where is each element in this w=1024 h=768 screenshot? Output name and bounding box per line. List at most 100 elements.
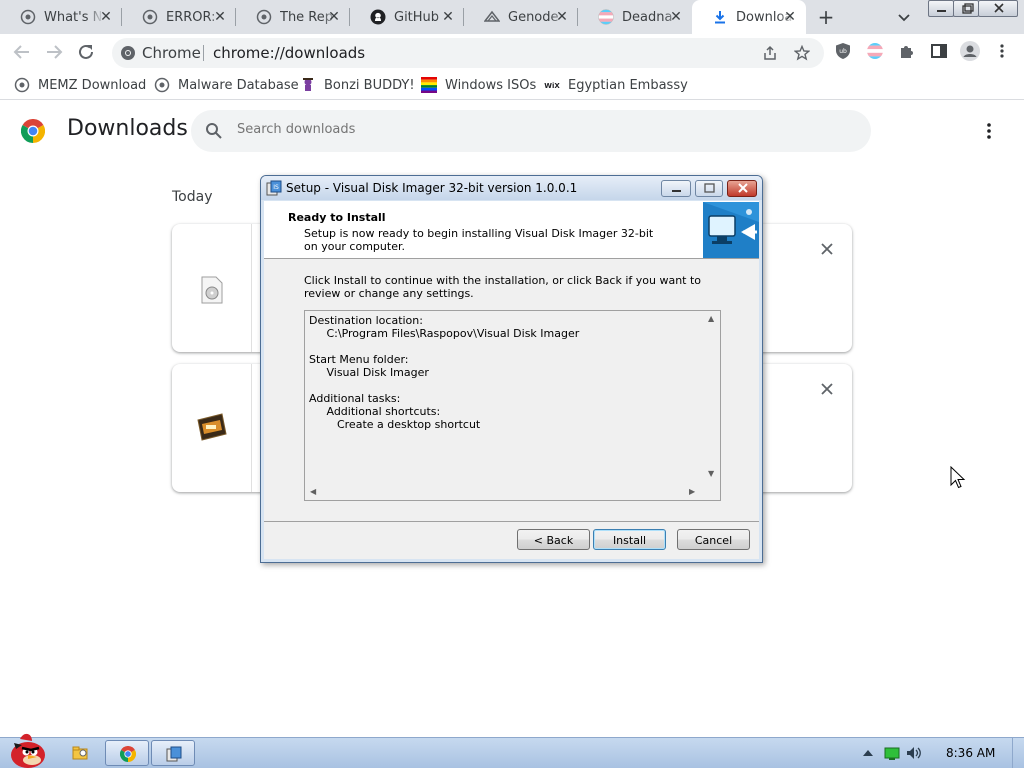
dialog-close-button[interactable]	[727, 180, 757, 197]
taskbar-explorer[interactable]	[58, 740, 102, 766]
chrome-icon	[120, 746, 136, 762]
tab-whats-new[interactable]: What's N ✕	[0, 0, 122, 34]
search-input[interactable]	[237, 122, 837, 137]
bookmark-windows-isos[interactable]: Windows ISOs	[421, 76, 536, 94]
globe-icon	[142, 9, 158, 25]
network-icon[interactable]	[884, 746, 900, 760]
dialog-maximize-button[interactable]	[695, 180, 723, 197]
download-icon	[715, 11, 725, 24]
window-close-button[interactable]	[978, 0, 1018, 17]
puzzle-extensions-icon[interactable]	[898, 42, 916, 60]
taskbar-setup[interactable]	[151, 740, 195, 766]
cancel-button[interactable]: Cancel	[677, 529, 750, 550]
horizontal-scrollbar[interactable]: ◀ ▶	[305, 484, 704, 500]
more-options-icon[interactable]	[981, 122, 997, 140]
bookmark-malware-database[interactable]: Malware Database	[154, 76, 299, 94]
window-restore-button[interactable]	[953, 0, 979, 17]
tab-error[interactable]: ERROR: ✕	[122, 0, 236, 34]
tab-deadname[interactable]: Deadna ✕	[578, 0, 692, 34]
show-hidden-icons-icon[interactable]	[860, 746, 876, 760]
omnibox-separator	[203, 45, 204, 61]
bookmark-memz[interactable]: MEMZ Download	[14, 76, 146, 94]
kebab-menu-icon[interactable]	[994, 43, 1010, 59]
minimize-icon	[937, 10, 946, 12]
globe-icon	[20, 9, 36, 25]
reload-icon[interactable]	[75, 41, 97, 63]
svg-text:IS: IS	[273, 184, 279, 191]
bookmark-star-icon[interactable]	[794, 45, 810, 61]
bookmark-label: MEMZ Download	[38, 77, 147, 93]
volume-icon[interactable]	[906, 746, 922, 760]
setup-dialog: IS Setup - Visual Disk Imager 32-bit ver…	[260, 175, 763, 563]
maximize-icon	[704, 183, 715, 193]
install-summary-memo[interactable]: Destination location: C:\Program Files\R…	[304, 310, 721, 501]
show-desktop-button[interactable]	[1012, 737, 1024, 768]
globe-icon	[14, 77, 30, 93]
back-arrow-icon[interactable]	[11, 41, 33, 63]
memo-line	[309, 340, 579, 353]
omnibox-url[interactable]: chrome://downloads	[213, 44, 365, 62]
taskbar-chrome[interactable]	[105, 740, 149, 766]
profile-avatar-icon[interactable]	[960, 41, 980, 61]
tab-genode[interactable]: Genode ✕	[464, 0, 578, 34]
close-icon[interactable]: ✕	[668, 9, 684, 25]
memo-line: Create a desktop shortcut	[309, 418, 481, 431]
downloads-search-box[interactable]	[191, 110, 871, 152]
tab-the-rep[interactable]: The Rep ✕	[236, 0, 350, 34]
installer-app-icon	[166, 746, 182, 762]
browser-toolbar: Chrome chrome://downloads ub	[0, 34, 1024, 70]
chrome-icon	[121, 46, 135, 60]
trans-flag-extension-icon[interactable]	[866, 42, 884, 60]
remove-download-icon[interactable]	[820, 382, 834, 396]
memo-line: C:\Program Files\Raspopov\Visual Disk Im…	[309, 327, 580, 340]
minimize-icon	[672, 190, 681, 192]
dialog-titlebar[interactable]: IS Setup - Visual Disk Imager 32-bit ver…	[261, 176, 762, 200]
wizard-intro-text: Click Install to continue with the insta…	[304, 274, 702, 300]
address-bar[interactable]: Chrome chrome://downloads	[112, 38, 824, 68]
scroll-right-icon[interactable]: ▶	[689, 487, 695, 496]
install-button[interactable]: Install	[593, 529, 666, 550]
installer-app-icon: IS	[266, 180, 282, 196]
side-panel-icon[interactable]	[930, 42, 948, 60]
vertical-scrollbar[interactable]: ▲ ▼	[704, 311, 720, 484]
close-icon[interactable]: ✕	[212, 9, 228, 25]
installer-file-icon[interactable]	[196, 412, 228, 442]
memo-line	[309, 379, 579, 392]
scroll-left-icon[interactable]: ◀	[310, 487, 316, 496]
footer-divider	[264, 521, 759, 522]
remove-download-icon[interactable]	[820, 242, 834, 256]
svg-text:ub: ub	[839, 48, 847, 55]
chevron-down-icon[interactable]	[896, 9, 912, 25]
tab-github[interactable]: GitHub ✕	[350, 0, 464, 34]
globe-icon	[256, 9, 272, 25]
dialog-title: Setup - Visual Disk Imager 32-bit versio…	[286, 181, 578, 195]
close-icon[interactable]: ✕	[326, 9, 342, 25]
taskbar-clock[interactable]: 8:36 AM	[946, 746, 995, 760]
tab-downloads[interactable]: Downloa ✕	[692, 0, 806, 34]
window-minimize-button[interactable]	[928, 0, 954, 17]
scroll-down-icon[interactable]: ▼	[708, 469, 714, 478]
close-icon[interactable]: ✕	[98, 9, 114, 25]
install-computer-icon	[703, 202, 759, 258]
memo-text: Destination location: C:\Program Files\R…	[309, 314, 579, 431]
bookmark-label: Bonzi BUDDY!	[324, 77, 415, 93]
scroll-up-icon[interactable]: ▲	[708, 314, 714, 323]
back-button[interactable]: < Back	[517, 529, 590, 550]
new-tab-button[interactable]: +	[816, 7, 836, 27]
disk-image-file-icon[interactable]	[200, 276, 224, 304]
close-icon[interactable]: ✕	[554, 9, 570, 25]
start-angry-bird-icon[interactable]	[2, 729, 50, 768]
close-icon[interactable]: ✕	[782, 9, 798, 25]
page-title: Downloads	[67, 116, 188, 141]
close-icon	[738, 183, 748, 193]
share-icon[interactable]	[762, 45, 778, 61]
forward-arrow-icon[interactable]	[43, 41, 65, 63]
bookmark-egyptian-embassy[interactable]: WiX Egyptian Embassy	[544, 76, 688, 94]
ublock-icon[interactable]: ub	[834, 42, 852, 60]
bookmark-bonzi-buddy[interactable]: Bonzi BUDDY!	[300, 76, 415, 94]
bookmark-label: Windows ISOs	[445, 77, 537, 93]
dialog-minimize-button[interactable]	[661, 180, 691, 197]
close-icon[interactable]: ✕	[440, 9, 456, 25]
tab-label: What's N	[44, 9, 103, 25]
tab-strip: What's N ✕ ERROR: ✕ The Rep ✕ GitHub ✕ G…	[0, 0, 1024, 34]
